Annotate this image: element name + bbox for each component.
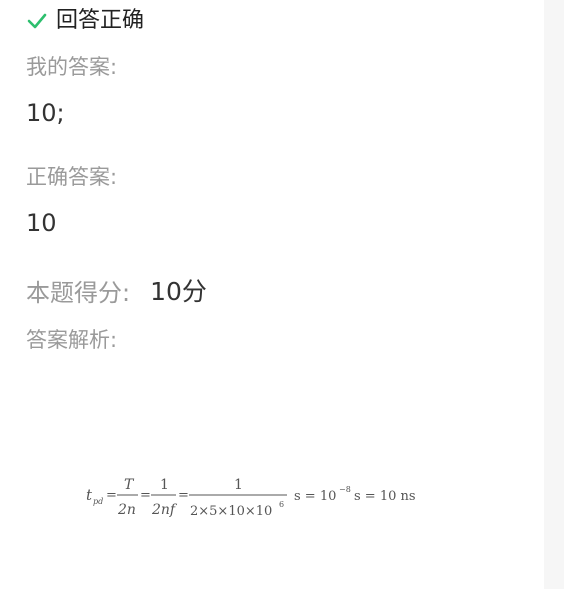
formula-f1-num: T	[124, 477, 135, 493]
formula-eq-2: =	[140, 488, 151, 503]
formula-r1: s = 10	[294, 489, 336, 504]
result-status: 回答正确	[26, 7, 144, 35]
formula-f2-den: 2nf	[151, 502, 178, 518]
analysis-formula-image: t pd = T 2n = 1 2nf = 1 2×5×10×10 6 s = …	[86, 477, 416, 519]
formula-f3-den: 2×5×10×10	[190, 504, 272, 519]
answer-review-page: 回答正确 我的答案: 10; 正确答案: 10 本题得分: 10分 答案解析: …	[0, 0, 564, 589]
formula-f3-den-exp: 6	[279, 500, 284, 509]
formula-f2-num: 1	[160, 477, 169, 493]
score-label: 本题得分:	[26, 278, 131, 307]
formula-r1-exp: −8	[339, 485, 351, 494]
formula-r2: s = 10 ns	[354, 489, 416, 504]
analysis-label: 答案解析:	[26, 328, 118, 352]
formula-lhs-sub: pd	[93, 497, 103, 506]
correct-answer-value: 10	[26, 209, 57, 237]
check-icon	[27, 13, 47, 29]
score-value: 10分	[150, 277, 207, 306]
formula-f3-num: 1	[234, 477, 243, 493]
my-answer-value: 10;	[26, 99, 65, 127]
formula-eq-1: =	[106, 488, 117, 503]
formula-lhs: t	[86, 486, 93, 504]
score-row: 本题得分: 10分	[26, 273, 207, 307]
my-answer-label: 我的答案:	[26, 55, 118, 79]
formula-f1-den: 2n	[117, 502, 136, 518]
correct-answer-label: 正确答案:	[26, 165, 118, 189]
formula-eq-3: =	[178, 488, 189, 503]
scrollbar-track[interactable]	[544, 0, 564, 589]
result-text: 回答正确	[56, 8, 145, 33]
